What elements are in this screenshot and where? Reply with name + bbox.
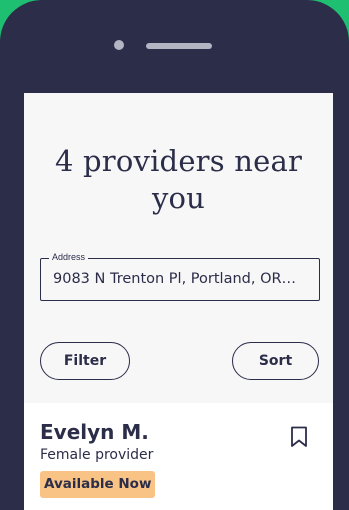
page-title: 4 providers near you <box>54 144 303 215</box>
address-label: Address <box>49 251 89 263</box>
provider-subtitle: Female provider <box>40 447 154 463</box>
app-screen: 4 providers near you Address 9083 N Tren… <box>24 93 333 510</box>
camera-dot <box>114 40 124 50</box>
availability-badge: Available Now <box>40 471 156 498</box>
speaker-slot <box>146 43 212 49</box>
sort-button[interactable]: Sort <box>232 342 319 380</box>
filter-button[interactable]: Filter <box>40 342 130 380</box>
provider-card[interactable]: Evelyn M. Female provider Available Now <box>24 403 333 510</box>
address-value[interactable]: 9083 N Trenton Pl, Portland, OR… <box>53 270 311 289</box>
provider-name: Evelyn M. <box>40 420 149 444</box>
bookmark-icon[interactable] <box>290 426 308 448</box>
address-field[interactable]: Address 9083 N Trenton Pl, Portland, OR… <box>40 251 320 301</box>
phone-frame: 4 providers near you Address 9083 N Tren… <box>0 0 349 510</box>
